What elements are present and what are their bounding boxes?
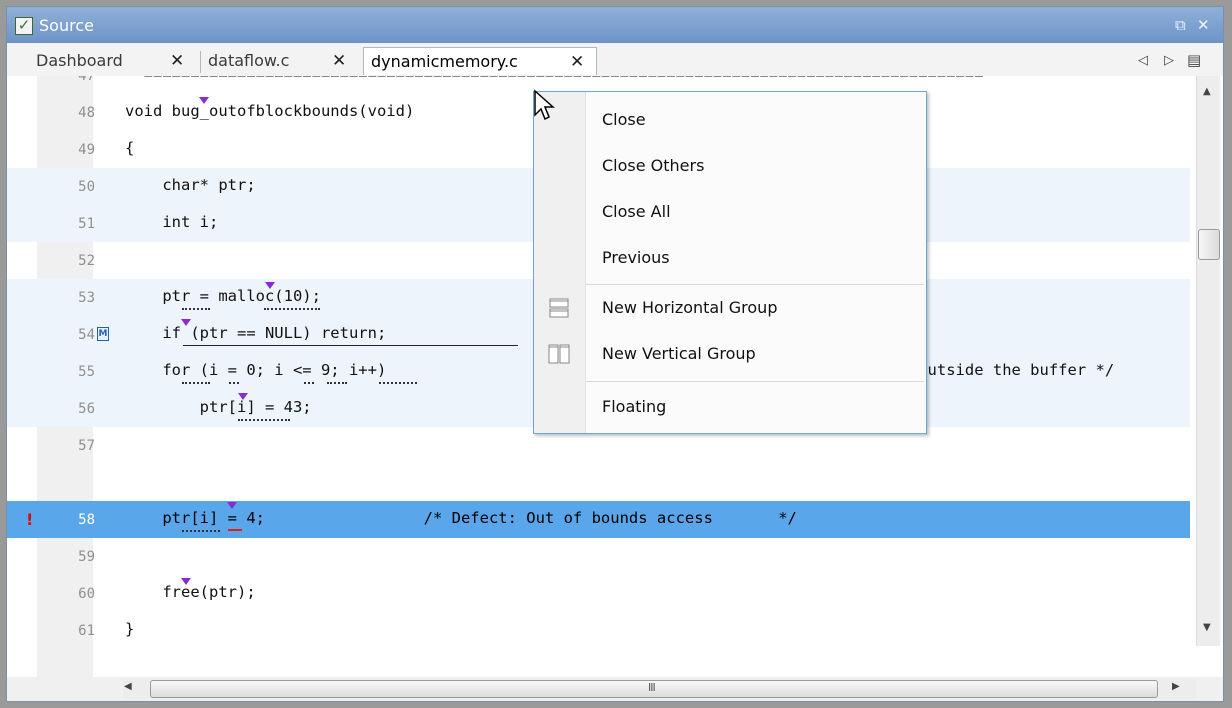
horizontal-scroll-thumb[interactable]: III (150, 680, 1158, 698)
mouse-cursor-icon (534, 89, 555, 121)
line-code: void bug_outofblockbounds(void) (125, 102, 415, 120)
line-number: 52 (78, 253, 95, 269)
scroll-down-icon[interactable]: ▼ (1203, 622, 1211, 633)
check-underline (182, 530, 220, 532)
scroll-grip: III (648, 681, 656, 694)
check-marker-icon[interactable] (265, 282, 275, 289)
line-code: *=======================================… (125, 76, 983, 83)
line-number: 51 (78, 216, 95, 232)
line-number: 54 (78, 327, 95, 343)
line-number: 59 (78, 549, 95, 565)
horizontal-split-icon (549, 298, 569, 318)
tab-bar: Dashboard ✕ dataflow.c ✕ dynamicmemory.c… (7, 43, 1223, 77)
line-number: 47 (78, 76, 95, 84)
line-code: { (125, 139, 135, 157)
tab-close-icon[interactable]: ✕ (332, 47, 346, 75)
line-number: 58 (78, 512, 95, 528)
line-number: 50 (78, 179, 95, 195)
tab-next-icon[interactable]: ▷ (1164, 53, 1174, 68)
menu-item-close-all[interactable]: Close All (602, 202, 671, 221)
window-title: Source (39, 16, 94, 35)
check-underline (182, 308, 210, 310)
close-window-icon[interactable]: ✕ (1197, 16, 1210, 34)
scroll-right-icon[interactable]: ▶ (1172, 681, 1180, 692)
horizontal-scrollbar[interactable]: ◀ III ▶ (123, 679, 1196, 699)
menu-item-previous[interactable]: Previous (602, 248, 670, 267)
check-marker-icon[interactable] (181, 578, 191, 585)
line-number: 56 (78, 401, 95, 417)
line-number: 53 (78, 290, 95, 306)
vertical-scroll-thumb[interactable] (1198, 229, 1220, 260)
menu-item-new-vertical-group[interactable]: New Vertical Group (602, 344, 756, 363)
line-code: ptr[i] = 4; /* Defect: Out of bounds acc… (125, 509, 797, 527)
tab-dataflow[interactable]: dataflow.c ✕ (208, 47, 358, 75)
restore-icon[interactable]: ⧉ (1175, 16, 1186, 34)
scroll-up-icon[interactable]: ▲ (1203, 86, 1211, 97)
check-underline (238, 419, 290, 421)
tab-dynamicmemory[interactable]: dynamicmemory.c ✕ (363, 47, 597, 75)
menu-item-close-others[interactable]: Close Others (602, 156, 704, 175)
tab-context-menu: Close Close Others Close All Previous Ne… (533, 91, 927, 434)
vertical-scrollbar[interactable]: ▲ ▼ (1196, 76, 1220, 646)
tab-close-icon[interactable]: ✕ (170, 47, 184, 75)
m-badge[interactable]: M (97, 327, 109, 341)
check-marker-icon[interactable] (227, 502, 237, 509)
code-line: 61 } (7, 612, 1190, 649)
line-code: int i; (125, 213, 219, 231)
line-number: 49 (78, 142, 95, 158)
line-code: } (125, 620, 135, 638)
title-bar: ✓ Source ⧉ ✕ (7, 7, 1223, 43)
check-underline (379, 382, 417, 384)
code-line: 60 free(ptr); (7, 575, 1190, 612)
menu-icon-strip (534, 92, 586, 433)
tab-label: dynamicmemory.c (371, 52, 518, 71)
check-underline (183, 345, 518, 346)
line-number: 60 (78, 586, 95, 602)
check-underline (229, 382, 239, 384)
check-marker-icon[interactable] (199, 97, 209, 104)
tab-list-icon[interactable]: ▤ (1187, 51, 1201, 69)
line-code: ptr = malloc(10); (125, 287, 321, 305)
defect-marker-icon[interactable]: ! (26, 510, 33, 529)
check-underline (327, 382, 347, 384)
menu-item-close[interactable]: Close (602, 110, 646, 129)
tab-prev-icon[interactable]: ◁ (1138, 53, 1148, 68)
defect-underline (228, 529, 242, 531)
menu-separator (586, 381, 924, 382)
tab-label: dataflow.c (208, 51, 290, 70)
vertical-split-icon (548, 344, 570, 364)
scroll-left-icon[interactable]: ◀ (124, 681, 132, 692)
line-number: 57 (78, 438, 95, 454)
check-marker-icon[interactable] (181, 319, 191, 326)
menu-item-floating[interactable]: Floating (602, 397, 666, 416)
line-code: ptr[i] = 43; (125, 398, 312, 416)
tab-label: Dashboard (36, 51, 123, 70)
tab-dashboard[interactable]: Dashboard ✕ (36, 47, 202, 75)
check-marker-icon[interactable] (238, 393, 248, 400)
check-underline (264, 308, 320, 310)
check-underline (304, 382, 314, 384)
code-line-selected: ! 58 ptr[i] = 4; /* Defect: Out of bound… (7, 501, 1190, 538)
line-code: free(ptr); (125, 583, 256, 601)
line-code: if (ptr == NULL) return; (125, 324, 387, 342)
check-underline (182, 382, 210, 384)
menu-separator (586, 284, 924, 285)
app-check-icon: ✓ (15, 17, 33, 35)
tab-close-icon[interactable]: ✕ (570, 48, 584, 76)
menu-item-new-horizontal-group[interactable]: New Horizontal Group (602, 298, 777, 317)
line-code: char* ptr; (125, 176, 256, 194)
code-line: 59 (7, 538, 1190, 575)
line-number: 55 (78, 364, 95, 380)
line-number: 48 (78, 105, 95, 121)
tab-separator (200, 51, 201, 73)
line-number: 61 (78, 623, 95, 639)
